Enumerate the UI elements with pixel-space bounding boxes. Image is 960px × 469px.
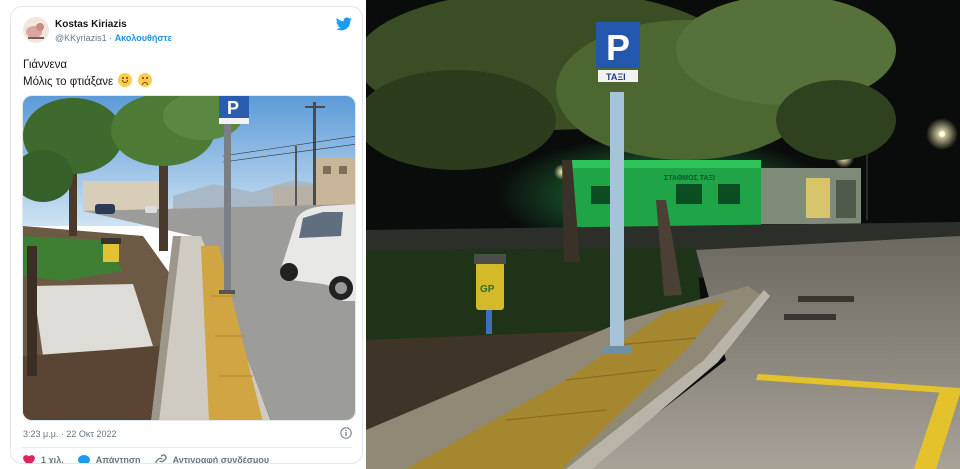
heart-icon: [23, 454, 35, 463]
tweet-text-line-2-row: Μόλις το φτιάξανε: [23, 73, 353, 90]
author-handle-row: @KKyriazis1 · Ακολουθήστε: [55, 33, 172, 43]
like-button[interactable]: 1 χιλ.: [23, 454, 64, 464]
reply-bubble-icon: [77, 454, 90, 463]
follow-button[interactable]: Ακολουθήστε: [115, 33, 172, 43]
tweet-photo[interactable]: P: [22, 95, 356, 421]
night-photo: ΣΤΑΘΜΟΣ ΤΑΞΙ GP P TAΞI: [366, 0, 960, 469]
night-parking-sign: P: [606, 27, 630, 68]
day-parking-sign: P: [227, 98, 239, 118]
info-icon[interactable]: [340, 427, 352, 439]
tweet-header: Kostas Kiriazis @KKyriazis1 · Ακολουθήστ…: [11, 7, 362, 53]
copy-link-button[interactable]: Αντιγραφή συνδέσμου: [154, 454, 270, 464]
smile-emoji: [118, 73, 133, 87]
separator: ·: [109, 33, 113, 43]
building-sign: ΣΤΑΘΜΟΣ ΤΑΞΙ: [664, 175, 715, 182]
bin-label: GP: [480, 284, 495, 295]
copy-link-label: Αντιγραφή συνδέσμου: [172, 455, 270, 464]
link-icon: [154, 454, 167, 463]
frown-emoji: [137, 73, 152, 87]
reply-label: Απάντηση: [95, 455, 141, 464]
author-name[interactable]: Kostas Kiriazis: [55, 19, 127, 30]
reply-button[interactable]: Απάντηση: [77, 454, 141, 464]
tweet-text-line-1: Γιάννενα: [23, 59, 68, 71]
tweet-actions: 1 χιλ. Απάντηση Αντιγραφή συνδέσμου: [23, 453, 283, 464]
tweet-timestamp[interactable]: 3:23 μ.μ. · 22 Οκτ 2022: [23, 429, 116, 439]
avatar[interactable]: [23, 17, 49, 43]
taxi-plate: TAΞI: [606, 72, 626, 82]
twitter-bird-icon[interactable]: [336, 17, 352, 31]
author-handle[interactable]: @KKyriazis1: [55, 33, 107, 43]
tweet-text-line-2: Μόλις το φτιάξανε: [23, 76, 114, 88]
like-count: 1 χιλ.: [41, 455, 64, 464]
tweet-card: Kostas Kiriazis @KKyriazis1 · Ακολουθήστ…: [10, 6, 363, 464]
tweet-text: Γιάννενα Μόλις το φτιάξανε: [23, 57, 353, 90]
divider: [21, 447, 352, 448]
